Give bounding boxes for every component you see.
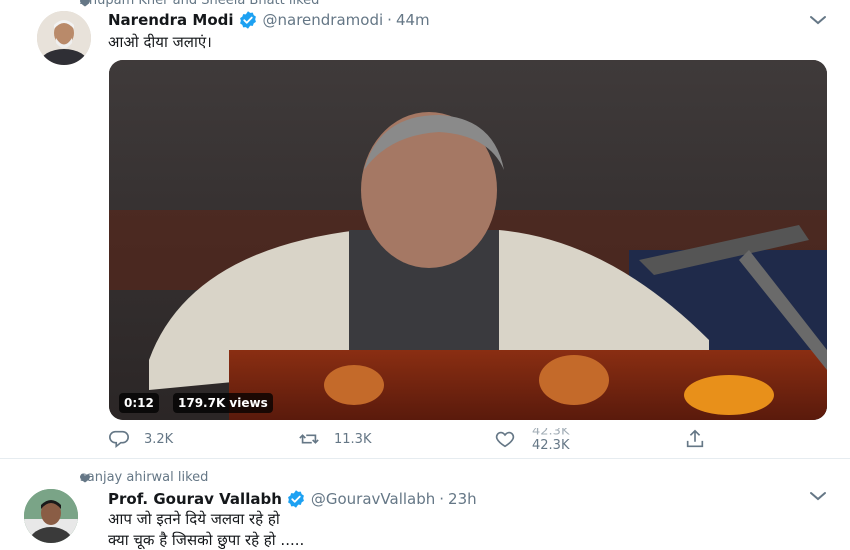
social-context[interactable]: Anupam Kher and Sheela Bhatt liked [80, 0, 319, 8]
video-views: 179.7K views [173, 393, 273, 413]
verified-badge-icon [239, 11, 256, 29]
like-count: 42.3K 42.3K [532, 428, 572, 454]
tweet-gourav-vallabh[interactable]: sanjay ahirwal liked Prof. Gourav Vallab… [0, 458, 850, 550]
retweet-button[interactable]: 11.3K [298, 428, 371, 450]
separator-dot: · [439, 490, 445, 508]
like-count-current: 42.3K [532, 438, 570, 453]
share-icon [686, 429, 704, 448]
like-button[interactable] [494, 428, 530, 450]
tweet-actions: 3.2K 11.3K 42.3K 42.3K [108, 428, 808, 454]
tweet-text: आओ दीया जलाएं। [108, 33, 212, 51]
video-player[interactable]: 0:12 179.7K views [109, 60, 827, 420]
avatar[interactable] [24, 489, 78, 543]
retweet-icon [299, 434, 319, 444]
video-thumbnail [109, 60, 827, 420]
author-name[interactable]: Narendra Modi [108, 11, 234, 29]
tweet-header: Prof. Gourav Vallabh @GouravVallabh · 23… [108, 489, 477, 509]
like-icon [495, 431, 515, 448]
chevron-down-icon[interactable] [808, 490, 828, 502]
tweet-text: आप जो इतने दिये जलवा रहे हो क्या चूक है … [108, 510, 305, 549]
social-context[interactable]: sanjay ahirwal liked [80, 470, 208, 485]
timestamp[interactable]: 44m [396, 11, 430, 29]
chevron-down-icon[interactable] [808, 14, 828, 26]
avatar[interactable] [37, 11, 91, 65]
retweet-count: 11.3K [334, 431, 372, 447]
reply-icon [109, 430, 129, 449]
tweet-narendra-modi[interactable]: Anupam Kher and Sheela Bhatt liked Naren… [0, 0, 850, 458]
share-button[interactable] [684, 428, 720, 450]
timestamp[interactable]: 23h [448, 490, 477, 508]
separator-dot: · [387, 11, 392, 29]
tweet-header: Narendra Modi @narendramodi · 44m [108, 10, 430, 30]
author-handle[interactable]: @narendramodi [263, 11, 384, 29]
reply-button[interactable]: 3.2K [108, 428, 173, 450]
reply-count: 3.2K [144, 431, 174, 447]
author-handle[interactable]: @GouravVallabh [311, 490, 435, 508]
verified-badge-icon [287, 490, 304, 508]
author-name[interactable]: Prof. Gourav Vallabh [108, 490, 282, 508]
video-duration: 0:12 [119, 393, 159, 413]
like-count-previous: 42.3K [532, 428, 570, 439]
